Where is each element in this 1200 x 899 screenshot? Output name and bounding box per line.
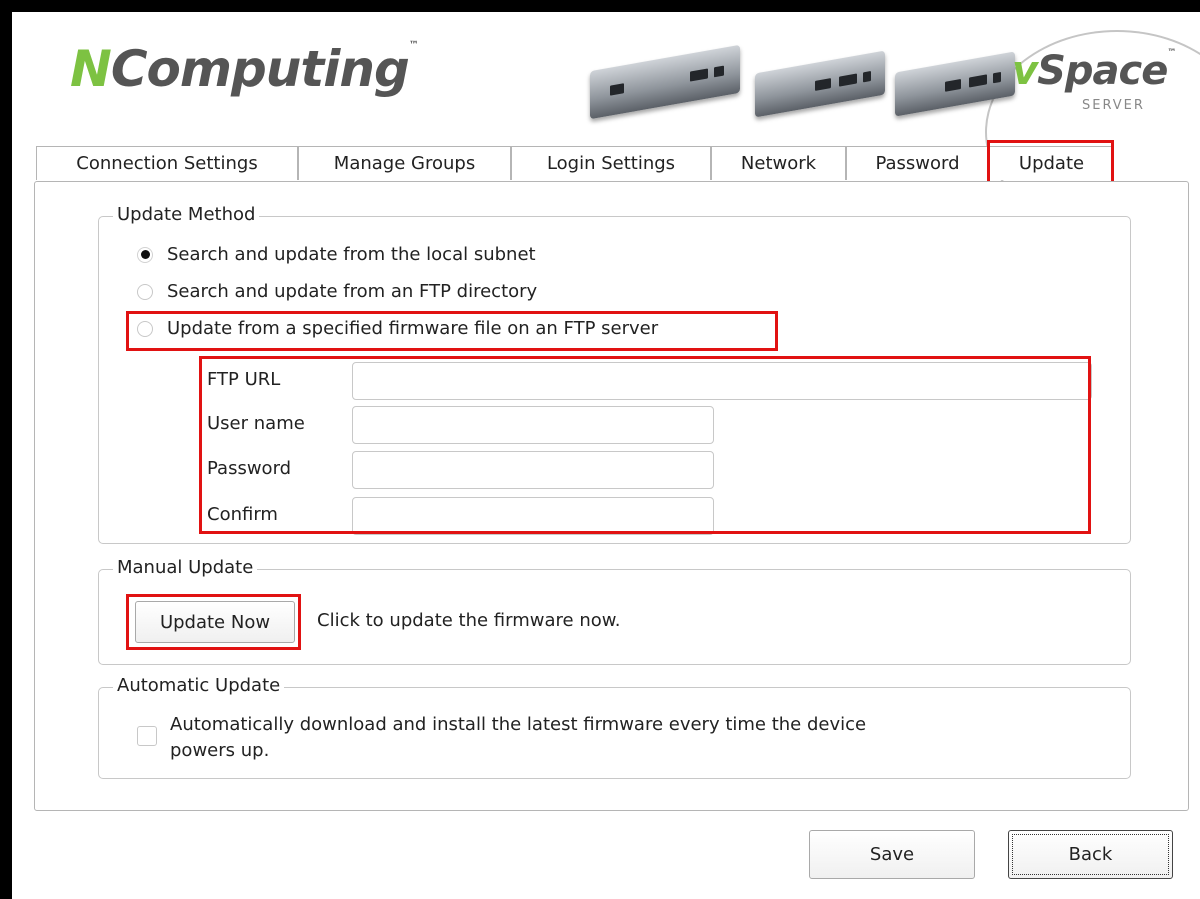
radio-local-subnet[interactable] <box>137 246 153 263</box>
device-image-2 <box>755 50 885 118</box>
password-input[interactable] <box>352 451 714 489</box>
option-firmware-file-label: Update from a specified firmware file on… <box>167 318 659 339</box>
vspace-logo: vSpace™ <box>1012 48 1176 94</box>
update-panel: Update Method Search and update from the… <box>34 181 1189 811</box>
user-name-label: User name <box>207 413 305 434</box>
update-method-group: Update Method Search and update from the… <box>98 204 1131 544</box>
ncomputing-logo: NComputing™ <box>70 40 419 98</box>
auto-update-label-line-1: Automatically download and install the l… <box>170 714 867 735</box>
manual-update-legend: Manual Update <box>113 557 258 578</box>
tab-bar: Connection Settings Manage Groups Login … <box>36 146 1114 182</box>
tab-password[interactable]: Password <box>846 146 989 180</box>
back-button[interactable]: Back <box>1008 830 1173 879</box>
save-button[interactable]: Save <box>809 830 975 879</box>
option-local-subnet-label: Search and update from the local subnet <box>167 244 536 265</box>
radio-firmware-file[interactable] <box>137 320 153 337</box>
auto-update-label: Automatically download and install the l… <box>170 712 866 764</box>
confirm-label: Confirm <box>207 504 278 525</box>
server-label: SERVER <box>1082 98 1145 113</box>
confirm-input[interactable] <box>352 497 714 535</box>
update-method-legend: Update Method <box>113 204 260 225</box>
automatic-update-legend: Automatic Update <box>113 675 285 696</box>
update-now-button[interactable]: Update Now <box>135 601 295 643</box>
manual-update-group: Manual Update Update Now Click to update… <box>98 557 1131 665</box>
device-image-3 <box>895 51 1015 117</box>
tab-manage-groups[interactable]: Manage Groups <box>298 146 511 180</box>
option-firmware-file[interactable]: Update from a specified firmware file on… <box>137 318 658 339</box>
option-local-subnet[interactable]: Search and update from the local subnet <box>137 244 536 265</box>
ftp-url-input[interactable] <box>352 362 1092 400</box>
ftp-url-label: FTP URL <box>207 369 281 390</box>
manual-update-description: Click to update the firmware now. <box>317 610 621 631</box>
auto-update-label-line-2: powers up. <box>170 740 270 761</box>
password-label: Password <box>207 458 292 479</box>
device-image-1 <box>590 44 740 120</box>
user-name-input[interactable] <box>352 406 714 444</box>
option-ftp-directory[interactable]: Search and update from an FTP directory <box>137 281 537 302</box>
radio-ftp-directory[interactable] <box>137 283 153 300</box>
tab-update[interactable]: Update <box>989 146 1114 180</box>
tab-login-settings[interactable]: Login Settings <box>511 146 711 180</box>
tab-connection-settings[interactable]: Connection Settings <box>36 146 298 180</box>
option-ftp-directory-label: Search and update from an FTP directory <box>167 281 538 302</box>
automatic-update-group: Automatic Update Automatically download … <box>98 675 1131 779</box>
auto-update-checkbox[interactable] <box>137 726 157 746</box>
tab-network[interactable]: Network <box>711 146 846 180</box>
device-illustration <box>575 44 1015 120</box>
